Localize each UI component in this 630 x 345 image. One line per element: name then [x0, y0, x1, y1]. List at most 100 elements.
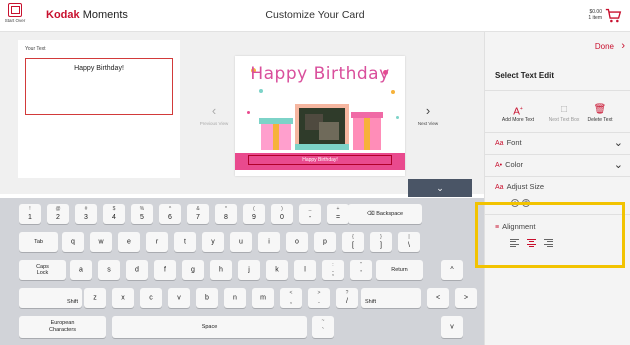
key-home-6[interactable]: j — [238, 260, 260, 280]
key-top-5[interactable]: y — [202, 232, 224, 252]
key-main-char: j — [248, 266, 250, 274]
backspace-key[interactable]: ⌫ Backspace — [348, 204, 422, 224]
key-home-8[interactable]: l — [294, 260, 316, 280]
key-main-char: z — [93, 294, 97, 302]
key-num-5[interactable]: ^ 6 — [159, 204, 181, 224]
key-bottom-6[interactable]: m — [252, 288, 274, 308]
key-bottom-4[interactable]: b — [196, 288, 218, 308]
arrow-down-key[interactable]: v — [441, 316, 463, 338]
key-top-char: " — [360, 262, 362, 268]
key-home-3[interactable]: f — [154, 260, 176, 280]
your-text-input[interactable]: Happy Birthday! — [25, 58, 173, 115]
confetti-dot — [391, 90, 395, 94]
space-key[interactable]: Space — [112, 316, 307, 338]
key-main-char: b — [205, 294, 209, 302]
key-home-10[interactable]: " ' — [350, 260, 372, 280]
collapse-keyboard-button[interactable]: ⌄ — [408, 179, 472, 197]
card-preview[interactable]: Happy Birthday Happy Birthday! — [235, 56, 405, 176]
done-button[interactable]: Done — [595, 42, 614, 51]
key-top-char: : — [332, 262, 334, 268]
panel-title: Select Text Edit — [495, 71, 554, 80]
next-view-button[interactable]: › Next View — [411, 104, 445, 126]
key-bottom-7[interactable]: <, — [280, 288, 302, 308]
shift-right-label: Shift — [365, 299, 377, 305]
key-top-4[interactable]: t — [174, 232, 196, 252]
key-top-1[interactable]: w — [90, 232, 112, 252]
key-top-11[interactable]: }] — [370, 232, 392, 252]
start-over-button[interactable]: Start Over — [4, 3, 26, 29]
arrow-up-icon: ^ — [450, 266, 454, 274]
key-num-0[interactable]: ! 1 — [19, 204, 41, 224]
key-bottom-5[interactable]: n — [224, 288, 246, 308]
arrow-right-key[interactable]: > — [455, 288, 477, 308]
on-screen-keyboard: ! 1 @2 #3 $4 % 5 ^ 6 & 7 * 8 (9 ) 0 _ - + = ⌫ Backspace Tab… — [0, 198, 484, 345]
key-top-2[interactable]: e — [118, 232, 140, 252]
backtick-key[interactable]: ~ ` — [312, 316, 334, 338]
key-home-7[interactable]: k — [266, 260, 288, 280]
key-num-10[interactable]: _ - — [299, 204, 321, 224]
key-top-6[interactable]: u — [230, 232, 252, 252]
key-home-9[interactable]: :; — [322, 260, 344, 280]
european-characters-key[interactable]: European Characters — [19, 316, 106, 338]
arrow-left-icon: < — [435, 294, 441, 302]
key-num-8[interactable]: (9 — [243, 204, 265, 224]
delete-text-button[interactable]: 🗑 Delete Text — [577, 104, 623, 123]
key-home-5[interactable]: h — [210, 260, 232, 280]
arrow-up-key[interactable]: ^ — [441, 260, 463, 280]
chevron-down-icon: ⌄ — [436, 183, 444, 193]
key-top-char: > — [317, 290, 321, 296]
font-label: Font — [506, 138, 522, 147]
key-num-3[interactable]: $4 — [103, 204, 125, 224]
key-home-2[interactable]: d — [126, 260, 148, 280]
key-top-12[interactable]: | \ — [398, 232, 420, 252]
key-bottom-1[interactable]: x — [112, 288, 134, 308]
key-bottom-9[interactable]: ? / — [336, 288, 358, 308]
return-label: Return — [391, 267, 408, 273]
next-text-box-label: Next Text Box — [548, 117, 580, 123]
key-bottom-3[interactable]: v — [168, 288, 190, 308]
key-main-char: w — [98, 238, 104, 246]
key-main-char: i — [268, 238, 270, 246]
key-top-char: ^ — [168, 206, 172, 212]
key-num-4[interactable]: % 5 — [131, 204, 153, 224]
key-top-0[interactable]: q — [62, 232, 84, 252]
key-top-7[interactable]: i — [258, 232, 280, 252]
key-top-9[interactable]: p — [314, 232, 336, 252]
key-top-8[interactable]: o — [286, 232, 308, 252]
arrow-left-key[interactable]: < — [427, 288, 449, 308]
key-num-1[interactable]: @2 — [47, 204, 69, 224]
key-num-2[interactable]: #3 — [75, 204, 97, 224]
key-num-11[interactable]: + = — [327, 204, 349, 224]
cart-icon[interactable] — [605, 7, 622, 24]
key-top-3[interactable]: r — [146, 232, 168, 252]
key-top-char: + — [336, 206, 340, 212]
color-row[interactable]: A• Color ⌄ — [495, 159, 623, 172]
tab-key[interactable]: Tab — [19, 232, 58, 252]
return-key[interactable]: Return — [376, 260, 423, 280]
key-home-1[interactable]: s — [98, 260, 120, 280]
key-bottom-0[interactable]: z — [84, 288, 106, 308]
key-home-0[interactable]: a — [70, 260, 92, 280]
shift-left-key[interactable]: Shift — [19, 288, 82, 308]
key-top-char: | — [408, 234, 410, 240]
key-num-6[interactable]: & 7 — [187, 204, 209, 224]
key-bottom-2[interactable]: c — [140, 288, 162, 308]
key-top-char: & — [196, 206, 200, 212]
color-icon: A• — [495, 162, 503, 169]
arrow-right-icon: > — [463, 294, 469, 302]
key-home-4[interactable]: g — [182, 260, 204, 280]
key-main-char: q — [71, 238, 75, 246]
caps-lock-key[interactable]: Caps Lock — [19, 260, 66, 280]
cart-summary[interactable]: $0.00 1 item — [588, 9, 602, 21]
add-more-text-button[interactable]: A+ Add More Text — [495, 104, 541, 123]
key-num-9[interactable]: ) 0 — [271, 204, 293, 224]
previous-view-button[interactable]: ‹ Previous View — [197, 104, 231, 126]
shift-right-key[interactable]: Shift — [361, 288, 421, 308]
trash-icon: 🗑 — [593, 104, 607, 115]
font-row[interactable]: Aa Font ⌄ — [495, 137, 623, 150]
next-view-label: Next View — [417, 121, 439, 126]
key-top-10[interactable]: {[ — [342, 232, 364, 252]
key-num-7[interactable]: * 8 — [215, 204, 237, 224]
key-bottom-8[interactable]: >. — [308, 288, 330, 308]
card-text-box[interactable]: Happy Birthday! — [248, 155, 392, 165]
